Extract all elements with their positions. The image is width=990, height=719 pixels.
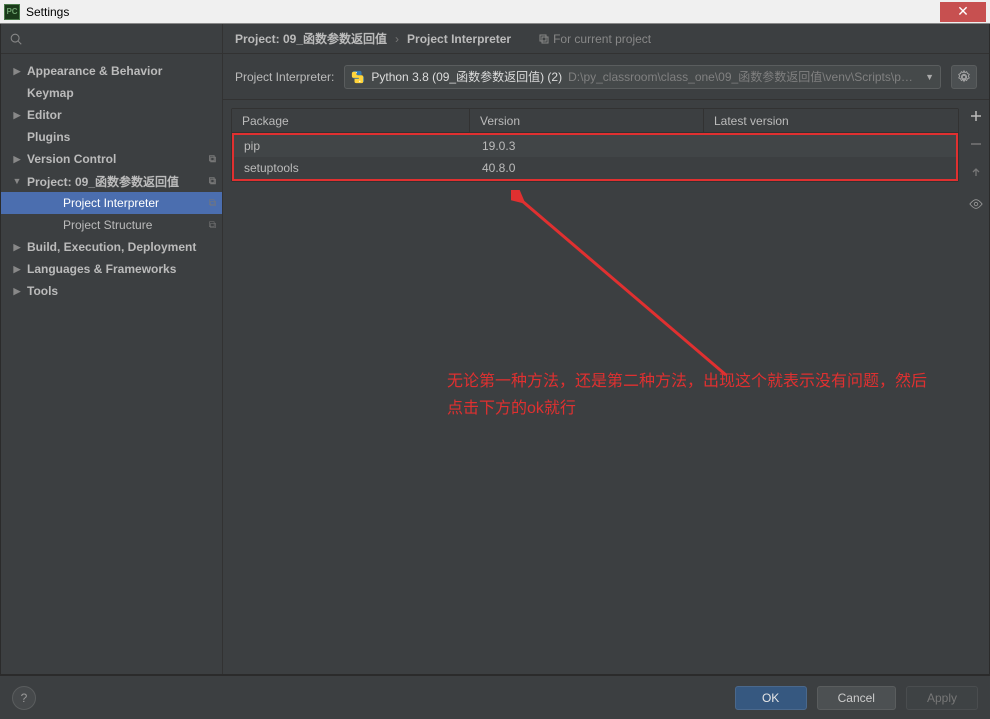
gear-icon xyxy=(957,70,971,84)
interpreter-row: Project Interpreter: Python 3.8 (09_函数参数… xyxy=(223,54,989,100)
upgrade-package-button[interactable] xyxy=(968,164,984,180)
annotation-arrow xyxy=(511,190,731,380)
remove-package-button[interactable] xyxy=(968,136,984,152)
sidebar-item-project-structure[interactable]: Project Structure ⧉ xyxy=(1,214,222,236)
header-latest[interactable]: Latest version xyxy=(704,109,958,132)
packages-area: Package Version Latest version pip19.0.3… xyxy=(223,100,989,674)
chevron-down-icon: ▼ xyxy=(925,72,934,82)
sidebar-item-label: Build, Execution, Deployment xyxy=(27,240,196,254)
search-input[interactable] xyxy=(29,32,214,46)
sidebar-item-label: Project: 09_函数参数返回值 xyxy=(27,173,179,190)
sidebar-item-label: Project Interpreter xyxy=(63,196,159,210)
sidebar-item-project-09[interactable]: ▼ Project: 09_函数参数返回值 ⧉ xyxy=(1,170,222,192)
up-arrow-icon xyxy=(970,166,982,178)
interpreter-dropdown[interactable]: Python 3.8 (09_函数参数返回值) (2) D:\py_classr… xyxy=(344,65,941,89)
help-button[interactable]: ? xyxy=(12,686,36,710)
table-body: pip19.0.3setuptools40.8.0 xyxy=(232,133,958,181)
eye-icon xyxy=(969,197,983,211)
interpreter-path: D:\py_classroom\class_one\09_函数参数返回值\ven… xyxy=(568,68,915,85)
sidebar-item-label: Project Structure xyxy=(63,218,152,232)
breadcrumb: Project: 09_函数参数返回值 › Project Interprete… xyxy=(223,24,989,54)
sidebar-item-label: Version Control xyxy=(27,152,116,166)
cell-package: pip xyxy=(234,139,472,153)
tree-arrow-icon: ▶ xyxy=(11,286,23,297)
cell-version: 40.8.0 xyxy=(472,161,706,175)
cell-version: 19.0.3 xyxy=(472,139,706,153)
sidebar-item-label: Plugins xyxy=(27,130,70,144)
sidebar-item-version-control[interactable]: ▶ Version Control ⧉ xyxy=(1,148,222,170)
show-early-releases-button[interactable] xyxy=(968,196,984,212)
sidebar-item-label: Tools xyxy=(27,284,58,298)
table-row[interactable]: pip19.0.3 xyxy=(234,135,956,157)
sidebar-item-label: Editor xyxy=(27,108,62,122)
content-panel: Project: 09_函数参数返回值 › Project Interprete… xyxy=(223,24,989,674)
cancel-button[interactable]: Cancel xyxy=(817,686,896,710)
python-icon xyxy=(351,70,365,84)
table-header: Package Version Latest version xyxy=(232,109,958,133)
project-scope-icon: ⧉ xyxy=(209,198,216,209)
close-button[interactable]: ✕ xyxy=(940,2,986,22)
interpreter-settings-button[interactable] xyxy=(951,65,977,89)
sidebar-item-languages-frameworks[interactable]: ▶ Languages & Frameworks xyxy=(1,258,222,280)
bottom-bar: ? OK Cancel Apply xyxy=(0,675,990,719)
tree-arrow-icon: ▶ xyxy=(11,154,23,165)
tree-arrow-icon: ▼ xyxy=(11,176,23,186)
sidebar-item-appearance-behavior[interactable]: ▶ Appearance & Behavior xyxy=(1,60,222,82)
sidebar-item-plugins[interactable]: Plugins xyxy=(1,126,222,148)
sidebar-search[interactable] xyxy=(1,24,222,54)
sidebar: ▶ Appearance & Behavior Keymap ▶ Editor Plugi… xyxy=(1,24,223,674)
sidebar-item-editor[interactable]: ▶ Editor xyxy=(1,104,222,126)
interpreter-label: Project Interpreter: xyxy=(235,70,334,84)
apply-button: Apply xyxy=(906,686,978,710)
sidebar-item-tools[interactable]: ▶ Tools xyxy=(1,280,222,302)
table-row[interactable]: setuptools40.8.0 xyxy=(234,157,956,179)
cell-package: setuptools xyxy=(234,161,472,175)
sidebar-item-label: Keymap xyxy=(27,86,74,100)
ok-button[interactable]: OK xyxy=(735,686,807,710)
sidebar-item-label: Appearance & Behavior xyxy=(27,64,162,78)
titlebar: PC Settings ✕ xyxy=(0,0,990,24)
packages-table: Package Version Latest version pip19.0.3… xyxy=(231,108,959,182)
search-icon xyxy=(9,32,23,46)
breadcrumb-root[interactable]: Project: 09_函数参数返回值 xyxy=(235,30,387,47)
copy-icon xyxy=(539,34,549,44)
tree-arrow-icon: ▶ xyxy=(11,110,23,121)
sidebar-item-label: Languages & Frameworks xyxy=(27,262,176,276)
main-area: ▶ Appearance & Behavior Keymap ▶ Editor Plugi… xyxy=(0,24,990,675)
annotation-text: 无论第一种方法，还是第二种方法，出现这个就表示没有问题，然后点击下方的ok就行 xyxy=(447,368,927,422)
tree-arrow-icon: ▶ xyxy=(11,264,23,275)
table-side-toolbar xyxy=(963,100,989,674)
sidebar-item-project-interpreter[interactable]: Project Interpreter ⧉ xyxy=(1,192,222,214)
add-package-button[interactable] xyxy=(968,108,984,124)
project-scope-icon: ⧉ xyxy=(209,154,216,165)
sidebar-item-build-execution-deployment[interactable]: ▶ Build, Execution, Deployment xyxy=(1,236,222,258)
tree-arrow-icon: ▶ xyxy=(11,242,23,253)
breadcrumb-hint: For current project xyxy=(539,32,651,46)
plus-icon xyxy=(970,110,982,122)
header-version[interactable]: Version xyxy=(470,109,704,132)
app-icon: PC xyxy=(4,4,20,20)
project-scope-icon: ⧉ xyxy=(209,176,216,187)
settings-tree: ▶ Appearance & Behavior Keymap ▶ Editor Plugi… xyxy=(1,54,222,302)
window-title: Settings xyxy=(26,5,69,19)
breadcrumb-separator: › xyxy=(395,32,399,46)
breadcrumb-current: Project Interpreter xyxy=(407,32,511,46)
minus-icon xyxy=(970,138,982,150)
interpreter-name: Python 3.8 (09_函数参数返回值) (2) xyxy=(371,68,562,85)
tree-arrow-icon: ▶ xyxy=(11,66,23,77)
header-package[interactable]: Package xyxy=(232,109,470,132)
sidebar-item-keymap[interactable]: Keymap xyxy=(1,82,222,104)
project-scope-icon: ⧉ xyxy=(209,220,216,231)
